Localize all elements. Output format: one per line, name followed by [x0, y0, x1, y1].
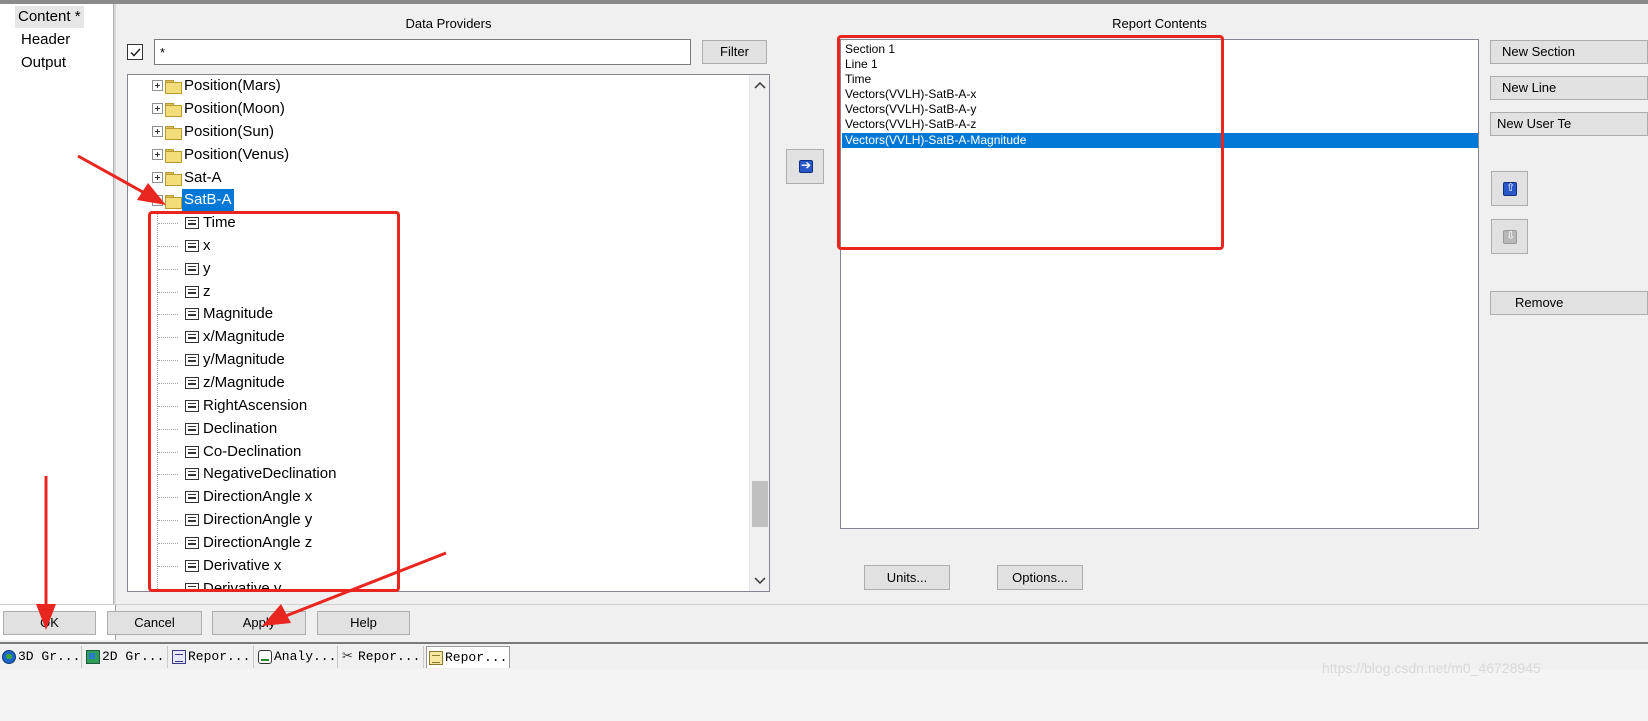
remove-button[interactable]: Remove: [1490, 291, 1648, 315]
report-contents-title: Report Contents: [1112, 16, 1207, 31]
annotation-box-report-contents: [837, 35, 1224, 250]
move-down-button[interactable]: [1491, 219, 1528, 254]
tools-icon: ✂: [342, 649, 353, 664]
globe-icon: [2, 650, 16, 664]
task-tab-label: Repor...: [445, 650, 508, 665]
arrow-right-icon: [799, 158, 813, 173]
task-tab-label: Repor...: [358, 649, 421, 664]
map-2d-icon: [86, 650, 100, 664]
task-tab-label: Analy...: [274, 649, 337, 664]
options-button[interactable]: Options...: [997, 565, 1083, 590]
arrow-up-icon: [1503, 181, 1517, 196]
watermark: https://blog.csdn.net/m0_46728945: [1322, 660, 1541, 676]
dialog-divider: [0, 604, 1648, 605]
units-button[interactable]: Units...: [864, 565, 950, 590]
apply-button[interactable]: Apply: [212, 611, 306, 635]
analysis-icon: [258, 650, 272, 664]
task-tab-label: 3D Gr...: [18, 649, 81, 664]
annotation-box-tree-children: [148, 211, 400, 592]
cancel-button[interactable]: Cancel: [107, 611, 202, 635]
new-line-button[interactable]: New Line: [1490, 76, 1648, 100]
new-user-text-button[interactable]: New User Te: [1490, 112, 1648, 136]
bottom-strip: [0, 669, 1648, 721]
task-tab-label: 2D Gr...: [102, 649, 165, 664]
help-button[interactable]: Help: [317, 611, 410, 635]
new-section-button[interactable]: New Section: [1490, 40, 1648, 64]
notepad-icon: [429, 651, 443, 665]
task-tab-3d-graphics[interactable]: 3D Gr...: [0, 646, 82, 668]
arrow-down-icon: [1503, 229, 1517, 244]
report-icon: [172, 650, 186, 664]
task-tab-2d-graphics[interactable]: 2D Gr...: [84, 646, 168, 668]
task-tab-report-tools[interactable]: ✂ Repor...: [340, 646, 424, 668]
ok-button[interactable]: OK: [3, 611, 96, 635]
task-tab-label: Repor...: [188, 649, 251, 664]
move-up-button[interactable]: [1491, 171, 1528, 206]
task-tab-analysis[interactable]: Analy...: [256, 646, 338, 668]
task-tab-report-active[interactable]: Repor...: [426, 646, 510, 668]
add-to-report-button[interactable]: [786, 149, 824, 184]
task-tab-report[interactable]: Repor...: [170, 646, 254, 668]
